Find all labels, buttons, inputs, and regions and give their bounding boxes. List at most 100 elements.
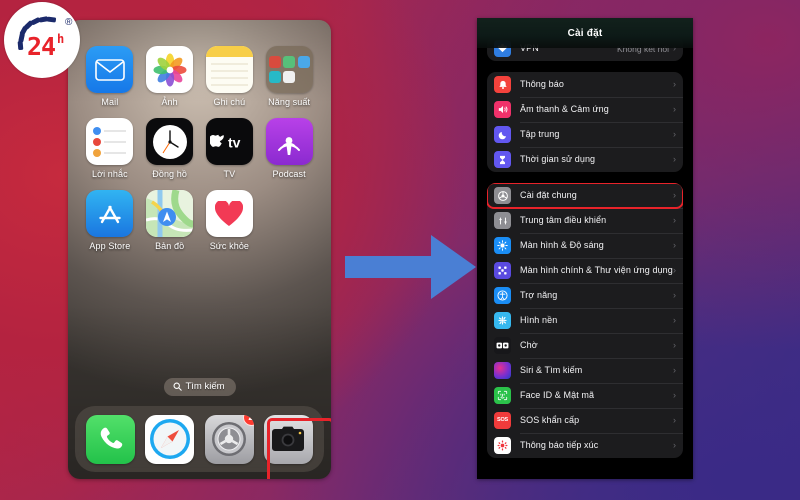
- reminders-icon[interactable]: [86, 118, 134, 165]
- control-center-icon: [494, 212, 511, 229]
- app-label: Năng suất: [268, 97, 311, 107]
- app-label: Lời nhắc: [92, 169, 128, 179]
- notes-icon[interactable]: [205, 46, 253, 93]
- settings-row-control-center[interactable]: Trung tâm điều khiển ›: [487, 208, 683, 233]
- general-gear-icon: [494, 187, 511, 204]
- siri-icon: [494, 362, 511, 379]
- screentime-icon: [494, 151, 511, 168]
- app-folder-productivity[interactable]: Năng suất: [259, 46, 319, 107]
- settings-row-label: Thông báo: [520, 78, 564, 89]
- settings-row-label: Màn hình chính & Thư viện ứng dụng: [520, 264, 673, 275]
- logo-graphic: 24 h ®: [17, 16, 73, 61]
- settings-row-label: Trợ năng: [520, 289, 558, 300]
- settings-group-alerts: Thông báo › Âm thanh & Cảm ứng › Tập tru…: [487, 72, 683, 172]
- settings-row-exposure[interactable]: Thông báo tiếp xúc ›: [487, 433, 683, 458]
- chevron-right-icon: ›: [673, 265, 676, 275]
- app-reminders[interactable]: Lời nhắc: [80, 118, 140, 179]
- settings-row-sounds[interactable]: Âm thanh & Cảm ứng ›: [487, 97, 683, 122]
- app-label: App Store: [89, 241, 131, 251]
- home-screen-icon: [494, 262, 511, 279]
- chevron-right-icon: ›: [673, 390, 676, 400]
- settings-highlight-box: [267, 418, 331, 479]
- settings-row-home-screen[interactable]: Màn hình chính & Thư viện ứng dụng ›: [487, 258, 683, 283]
- settings-row-label: Face ID & Mật mã: [520, 389, 595, 400]
- faceid-icon: [494, 387, 511, 404]
- podcasts-icon[interactable]: [265, 118, 313, 165]
- svg-text:24: 24: [27, 32, 55, 61]
- settings-row-sos[interactable]: SOS SOS khẩn cấp ›: [487, 408, 683, 433]
- search-label: Tìm kiếm: [185, 381, 225, 392]
- standby-icon: [494, 337, 511, 354]
- phone-icon[interactable]: [86, 414, 136, 464]
- folder-icon[interactable]: [265, 46, 313, 93]
- chevron-right-icon: ›: [673, 340, 676, 350]
- app-photos[interactable]: Ảnh: [140, 46, 200, 107]
- settings-row-label: Tập trung: [520, 128, 560, 139]
- chevron-right-icon: ›: [673, 315, 676, 325]
- svg-text:h: h: [57, 32, 64, 46]
- app-health[interactable]: Sức khỏe: [200, 190, 260, 251]
- settings-row-label: SOS khẩn cấp: [520, 414, 580, 425]
- settings-row-label: Trung tâm điều khiển: [520, 214, 607, 225]
- page-title: Cài đặt: [567, 27, 603, 39]
- appstore-icon[interactable]: [86, 190, 134, 237]
- chevron-right-icon: ›: [673, 154, 676, 164]
- wallpaper-icon: [494, 312, 511, 329]
- app-appletv[interactable]: tv TV: [200, 118, 260, 179]
- app-label: Podcast: [272, 169, 306, 179]
- settings-navbar: Cài đặt: [477, 18, 693, 48]
- right-arrow-icon: [345, 232, 477, 307]
- settings-row-screentime[interactable]: Thời gian sử dụng ›: [487, 147, 683, 172]
- settings-row-focus[interactable]: Tập trung ›: [487, 122, 683, 147]
- app-mail[interactable]: Mail: [80, 46, 140, 107]
- settings-row-label: Màn hình & Độ sáng: [520, 239, 604, 250]
- svg-text:tv: tv: [228, 134, 241, 150]
- focus-icon: [494, 126, 511, 143]
- app-podcasts[interactable]: Podcast: [259, 118, 319, 179]
- chevron-right-icon: ›: [673, 79, 676, 89]
- app-notes[interactable]: Ghi chú: [200, 46, 260, 107]
- chevron-right-icon: ›: [673, 440, 676, 450]
- appletv-icon[interactable]: tv: [205, 118, 253, 165]
- app-maps[interactable]: Bản đồ: [140, 190, 200, 251]
- app-clock[interactable]: Đồng hồ: [140, 118, 200, 179]
- settings-row-label: Hình nền: [520, 314, 558, 325]
- maps-icon[interactable]: [146, 190, 194, 237]
- safari-icon[interactable]: [145, 414, 195, 464]
- settings-gear-icon[interactable]: 2: [204, 414, 254, 464]
- settings-row-general[interactable]: Cài đặt chung ›: [487, 183, 683, 209]
- photos-icon[interactable]: [146, 46, 194, 93]
- settings-row-label: Chờ: [520, 339, 538, 350]
- search-icon: [172, 382, 182, 391]
- settings-row-accessibility[interactable]: Trợ năng ›: [487, 283, 683, 308]
- chevron-right-icon: ›: [673, 415, 676, 425]
- settings-row-display[interactable]: Màn hình & Độ sáng ›: [487, 233, 683, 258]
- sos-icon: SOS: [494, 412, 511, 429]
- app-label: Ảnh: [161, 97, 178, 107]
- chevron-right-icon: ›: [673, 365, 676, 375]
- settings-row-wallpaper[interactable]: Hình nền ›: [487, 308, 683, 333]
- chevron-right-icon: ›: [673, 215, 676, 225]
- brand-logo: 24 h ®: [4, 2, 80, 78]
- notifications-icon: [494, 76, 511, 93]
- settings-group-system: Cài đặt chung › Trung tâm điều khiển › M…: [487, 183, 683, 458]
- settings-row-notifications[interactable]: Thông báo ›: [487, 72, 683, 97]
- clock-icon[interactable]: [146, 118, 194, 165]
- chevron-right-icon: ›: [673, 104, 676, 114]
- app-appstore[interactable]: App Store: [80, 190, 140, 251]
- mail-icon[interactable]: [86, 46, 134, 93]
- settings-row-standby[interactable]: Chờ ›: [487, 333, 683, 358]
- exposure-icon: [494, 437, 511, 454]
- app-grid: Mail Ảnh Ghi chú Năng suất Lời nhắc Đồng…: [68, 46, 331, 251]
- settings-list[interactable]: VPN Không kết nối › Thông báo › Âm thanh…: [477, 18, 693, 479]
- app-label: Mail: [101, 97, 119, 107]
- sounds-icon: [494, 101, 511, 118]
- search-pill[interactable]: Tìm kiếm: [163, 378, 236, 396]
- health-icon[interactable]: [205, 190, 253, 237]
- settings-row-label: Siri & Tìm kiếm: [520, 364, 583, 375]
- app-label: Bản đồ: [155, 241, 185, 251]
- chevron-right-icon: ›: [673, 290, 676, 300]
- settings-row-siri[interactable]: Siri & Tìm kiếm ›: [487, 358, 683, 383]
- settings-row-faceid[interactable]: Face ID & Mật mã ›: [487, 383, 683, 408]
- chevron-right-icon: ›: [673, 190, 676, 200]
